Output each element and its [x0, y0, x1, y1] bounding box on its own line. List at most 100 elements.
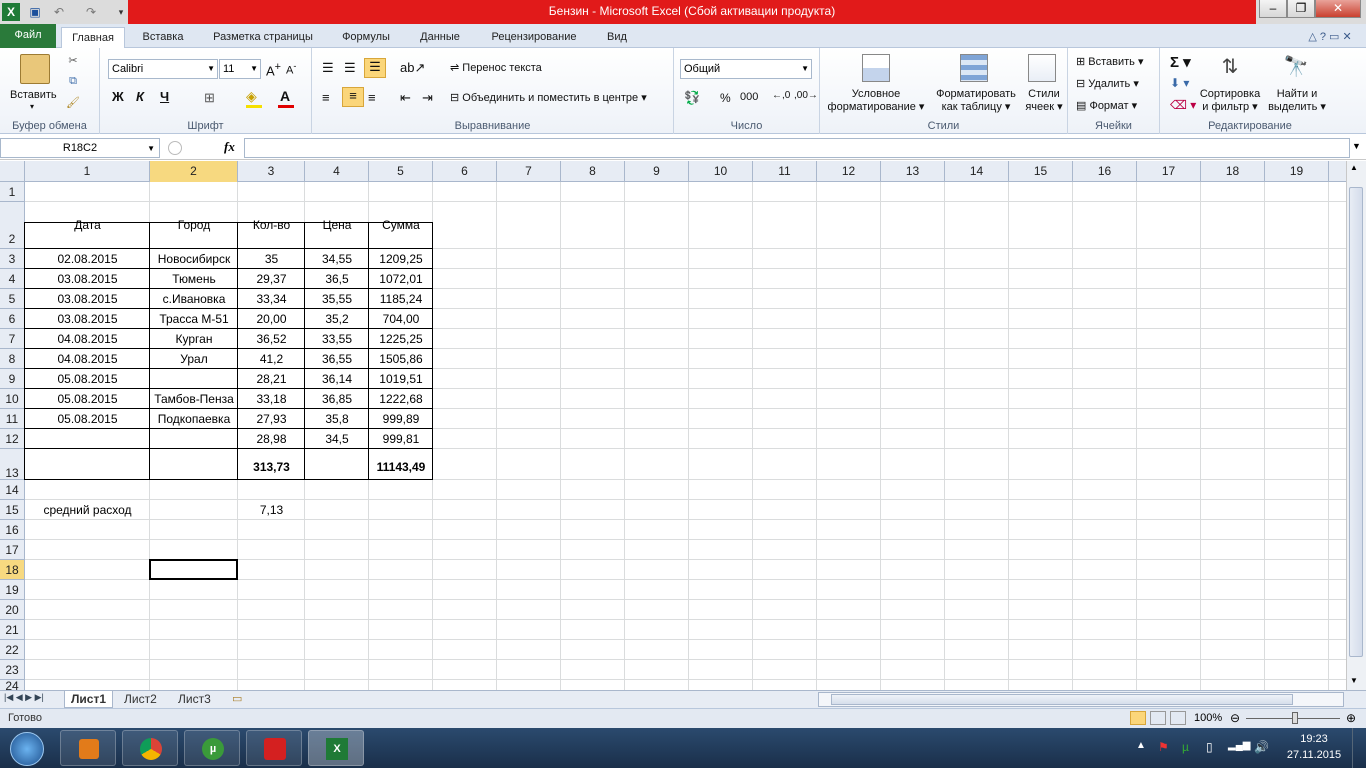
table-cell[interactable]: 05.08.2015: [25, 389, 150, 409]
row-header-19[interactable]: 19: [0, 580, 25, 600]
merge-center-button[interactable]: ⊟ Объединить и поместить в центре ▾: [450, 91, 647, 104]
table-cell[interactable]: 35,2: [305, 309, 369, 329]
italic-button[interactable]: К: [136, 89, 144, 104]
borders-icon[interactable]: ⊞: [204, 90, 215, 106]
zoom-in-icon[interactable]: ⊕: [1346, 711, 1356, 725]
avg-label-cell[interactable]: средний расход: [25, 500, 150, 520]
sheet-tab-2[interactable]: Лист2: [118, 691, 163, 708]
table-cell[interactable]: 28,21: [238, 369, 305, 389]
column-header-19[interactable]: 19: [1265, 161, 1329, 182]
row-header-9[interactable]: 9: [0, 369, 25, 389]
table-cell[interactable]: 1505,86: [369, 349, 433, 369]
row-header-14[interactable]: 14: [0, 480, 25, 500]
tab-view[interactable]: Вид: [596, 27, 638, 48]
conditional-formatting-icon[interactable]: [862, 54, 890, 82]
delete-cells-button[interactable]: ⊟ Удалить ▾: [1076, 77, 1139, 90]
find-select-button[interactable]: Найти и выделить ▾: [1266, 88, 1328, 113]
normal-view-icon[interactable]: [1130, 711, 1146, 725]
tab-formulas[interactable]: Формулы: [332, 27, 400, 48]
row-header-22[interactable]: 22: [0, 640, 25, 660]
paste-button[interactable]: Вставить: [10, 89, 57, 101]
percent-button[interactable]: %: [720, 91, 731, 105]
chevron-down-icon[interactable]: ▼: [147, 139, 155, 158]
format-cells-button[interactable]: ▤ Формат ▾: [1076, 99, 1137, 112]
font-color-icon[interactable]: A: [280, 88, 290, 104]
insert-sheet-icon[interactable]: ▭: [232, 692, 242, 705]
bold-button[interactable]: Ж: [112, 89, 124, 104]
row-header-6[interactable]: 6: [0, 309, 25, 329]
shrink-font-icon[interactable]: A-: [286, 61, 296, 77]
row-header-20[interactable]: 20: [0, 600, 25, 620]
tab-data[interactable]: Данные: [408, 27, 472, 48]
table-cell[interactable]: с.Ивановка: [150, 289, 238, 309]
table-cell[interactable]: 35,8: [305, 409, 369, 429]
table-cell[interactable]: Новосибирск: [150, 249, 238, 269]
clock-time[interactable]: 19:23: [1282, 733, 1346, 745]
table-header-cell[interactable]: Дата: [25, 215, 150, 235]
sheet-nav-icons[interactable]: |◀ ◀ ▶ ▶|: [4, 692, 44, 703]
fill-icon[interactable]: ⬇ ▾: [1170, 76, 1189, 90]
column-header-16[interactable]: 16: [1073, 161, 1137, 182]
table-cell[interactable]: Тюмень: [150, 269, 238, 289]
thousands-button[interactable]: 000: [740, 91, 758, 103]
table-cell[interactable]: 36,5: [305, 269, 369, 289]
increase-indent-icon[interactable]: ⇥: [422, 90, 433, 106]
column-header-9[interactable]: 9: [625, 161, 689, 182]
column-header-4[interactable]: 4: [305, 161, 369, 182]
row-header-10[interactable]: 10: [0, 389, 25, 409]
table-cell[interactable]: 1225,25: [369, 329, 433, 349]
column-header-5[interactable]: 5: [369, 161, 433, 182]
table-header-cell[interactable]: Кол-во: [238, 215, 305, 235]
formula-bar-handle-icon[interactable]: [168, 141, 182, 155]
decrease-indent-icon[interactable]: ⇤: [400, 90, 411, 106]
table-cell[interactable]: 1185,24: [369, 289, 433, 309]
row-header-18[interactable]: 18: [0, 560, 25, 580]
taskbar-utorrent[interactable]: µ: [184, 730, 240, 766]
table-cell[interactable]: Урал: [150, 349, 238, 369]
table-cell[interactable]: 36,52: [238, 329, 305, 349]
table-cell[interactable]: 03.08.2015: [25, 309, 150, 329]
table-cell[interactable]: 05.08.2015: [25, 369, 150, 389]
insert-function-icon[interactable]: fx: [224, 139, 235, 155]
select-all-corner[interactable]: [0, 161, 25, 182]
utorrent-tray-icon[interactable]: µ: [1182, 740, 1189, 754]
tab-page-layout[interactable]: Разметка страницы: [203, 27, 323, 48]
align-middle-icon[interactable]: ☰: [344, 60, 356, 76]
column-header-12[interactable]: 12: [817, 161, 881, 182]
find-select-icon[interactable]: 🔭: [1282, 54, 1310, 82]
zoom-slider-thumb[interactable]: [1292, 712, 1298, 724]
table-cell[interactable]: 03.08.2015: [25, 289, 150, 309]
table-header-cell[interactable]: Сумма: [369, 215, 433, 235]
taskbar-chrome[interactable]: [122, 730, 178, 766]
paste-icon[interactable]: [20, 54, 50, 84]
align-center-icon[interactable]: ≡: [342, 87, 364, 107]
table-cell[interactable]: 34,5: [305, 429, 369, 449]
table-cell[interactable]: 1072,01: [369, 269, 433, 289]
signal-icon[interactable]: ▂▄▆: [1228, 740, 1250, 751]
table-cell[interactable]: 999,81: [369, 429, 433, 449]
sheet-tab-1[interactable]: Лист1: [64, 691, 114, 708]
table-cell[interactable]: 33,55: [305, 329, 369, 349]
table-header-cell[interactable]: Цена: [305, 215, 369, 235]
row-header-12[interactable]: 12: [0, 429, 25, 449]
clock-date[interactable]: 27.11.2015: [1282, 749, 1346, 761]
fill-color-icon[interactable]: ◈: [246, 88, 257, 105]
show-hidden-icons[interactable]: ▲: [1136, 740, 1146, 751]
tab-review[interactable]: Рецензирование: [480, 27, 588, 48]
paste-dropdown-icon[interactable]: ▾: [30, 102, 34, 111]
align-bottom-icon[interactable]: ☰: [364, 58, 386, 78]
column-header-7[interactable]: 7: [497, 161, 561, 182]
wrap-text-button[interactable]: ⇌ Перенос текста: [450, 61, 542, 74]
column-header-8[interactable]: 8: [561, 161, 625, 182]
taskbar-media-player[interactable]: [60, 730, 116, 766]
column-header-17[interactable]: 17: [1137, 161, 1201, 182]
table-cell[interactable]: Трасса М-51: [150, 309, 238, 329]
table-cell[interactable]: 34,55: [305, 249, 369, 269]
selected-cell[interactable]: [149, 559, 238, 580]
scroll-down-icon[interactable]: ▼: [1350, 676, 1358, 685]
orientation-icon[interactable]: ab↗: [400, 60, 425, 76]
format-as-table-icon[interactable]: [960, 54, 988, 82]
table-cell[interactable]: 28,98: [238, 429, 305, 449]
row-header-15[interactable]: 15: [0, 500, 25, 520]
table-cell[interactable]: 1019,51: [369, 369, 433, 389]
